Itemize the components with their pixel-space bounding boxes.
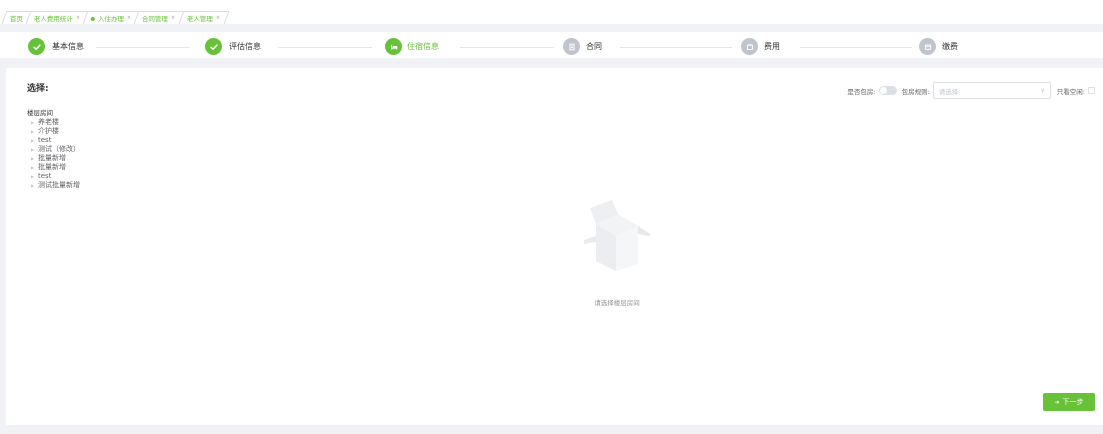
step-connector — [96, 47, 190, 48]
switch-knob — [879, 87, 887, 94]
caret-right-icon[interactable]: ▶ — [31, 172, 38, 181]
tree-header: 楼层房间 — [27, 109, 53, 117]
payment-icon — [919, 38, 936, 55]
caret-right-icon[interactable]: ▶ — [31, 181, 38, 190]
contract-icon — [563, 38, 580, 55]
caret-right-icon[interactable]: ▶ — [31, 145, 38, 154]
tree-node-label: 批量新增 — [38, 154, 66, 162]
caret-right-icon[interactable]: ▶ — [31, 136, 38, 145]
tab-elderly-mgmt[interactable]: 老人管理 × — [178, 11, 230, 24]
step-connector — [278, 47, 372, 48]
steps-bar: 基本信息 评估信息 住宿信息 合同 费用 缴费 — [0, 32, 1103, 58]
step-contract: 合同 — [586, 42, 602, 51]
step-connector — [800, 47, 912, 48]
tab-checkin[interactable]: 入住办理 × — [82, 11, 141, 24]
package-room-label: 是否包房: — [847, 87, 876, 96]
caret-right-icon[interactable]: ▶ — [31, 118, 38, 127]
tab-label: 老人费用统计 — [33, 15, 73, 23]
tab-contract-mgmt[interactable]: 合同管理 × — [134, 11, 185, 24]
only-empty-label: 只看空闲: — [1056, 87, 1085, 96]
step-payment: 缴费 — [942, 42, 958, 51]
tree-node-label: 介护楼 — [38, 127, 59, 135]
select-placeholder: 请选择 — [938, 87, 959, 96]
package-room-switch[interactable] — [878, 86, 897, 95]
step-connector — [460, 47, 554, 48]
next-step-label: 下一步 — [1062, 398, 1084, 406]
close-icon[interactable]: × — [171, 15, 175, 21]
tab-elderly-fee-stats[interactable]: 老人费用统计 × — [25, 11, 90, 24]
close-icon[interactable]: × — [215, 15, 219, 21]
bed-icon — [385, 38, 402, 55]
tree-node[interactable]: ▶ test — [27, 136, 80, 145]
tab-label: 入住办理 — [98, 15, 125, 23]
step-connector — [620, 47, 732, 48]
tab-label: 老人管理 — [186, 15, 213, 23]
caret-right-icon[interactable]: ▶ — [31, 163, 38, 172]
room-options: 是否包房: 包房规则: 请选择 ∨ 只看空闲: — [847, 82, 1095, 99]
close-icon[interactable]: × — [127, 15, 131, 21]
tree-node[interactable]: ▶ 测试（修改） — [27, 145, 80, 154]
package-rule-label: 包房规则: — [901, 87, 930, 96]
tree-node-label: 批量新增 — [38, 163, 66, 171]
floor-room-tree: 楼层房间 ▶ 养老楼 ▶ 介护楼 ▶ test ▶ 测试（修改） ▶ 批量新增 ▶ 批量新增… — [27, 109, 80, 190]
chevron-down-icon: ∨ — [1040, 87, 1045, 94]
select-title: 选择: — [27, 84, 49, 94]
step-basic-info: 基本信息 — [52, 42, 84, 51]
tree-node-label: 测试（修改） — [38, 145, 80, 153]
active-dot-icon — [91, 17, 96, 21]
fee-icon — [741, 38, 758, 55]
tree-node[interactable]: ▶ 养老楼 — [27, 118, 80, 127]
tab-label: 首页 — [9, 15, 23, 23]
tree-node[interactable]: ▶ 测试批量新增 — [27, 181, 80, 190]
tree-node[interactable]: ▶ 介护楼 — [27, 127, 80, 136]
check-icon — [28, 38, 45, 55]
tags-view-bar: 首页 老人费用统计 × 入住办理 × 合同管理 × 老人管理 × — [0, 0, 1103, 24]
empty-box-icon — [584, 200, 650, 271]
step-fee: 费用 — [764, 42, 780, 51]
close-icon[interactable]: × — [76, 15, 80, 21]
tree-node-label: 养老楼 — [38, 118, 59, 126]
arrow-right-icon: ➜ — [1054, 398, 1060, 406]
caret-right-icon[interactable]: ▶ — [31, 154, 38, 163]
tree-node-label: test — [38, 136, 52, 144]
check-icon — [205, 38, 222, 55]
package-rule-select[interactable]: 请选择 ∨ — [932, 82, 1051, 99]
empty-text: 请选择楼层房间 — [594, 299, 640, 307]
caret-right-icon[interactable]: ▶ — [31, 127, 38, 136]
main-card: 选择: 是否包房: 包房规则: 请选择 ∨ 只看空闲: 楼层房间 ▶ 养老楼 ▶ 介… — [6, 68, 1103, 425]
tree-node[interactable]: ▶ 批量新增 — [27, 163, 80, 172]
tab-label: 合同管理 — [142, 15, 169, 23]
tree-node[interactable]: ▶ 批量新增 — [27, 154, 80, 163]
tree-node[interactable]: ▶ test — [27, 172, 80, 181]
next-step-button[interactable]: ➜ 下一步 — [1043, 393, 1095, 411]
tree-node-label: test — [38, 172, 52, 180]
step-accommodation-info: 住宿信息 — [407, 42, 439, 51]
step-assessment-info: 评估信息 — [229, 42, 261, 51]
tree-node-label: 测试批量新增 — [38, 181, 80, 189]
only-empty-checkbox[interactable] — [1088, 87, 1095, 94]
